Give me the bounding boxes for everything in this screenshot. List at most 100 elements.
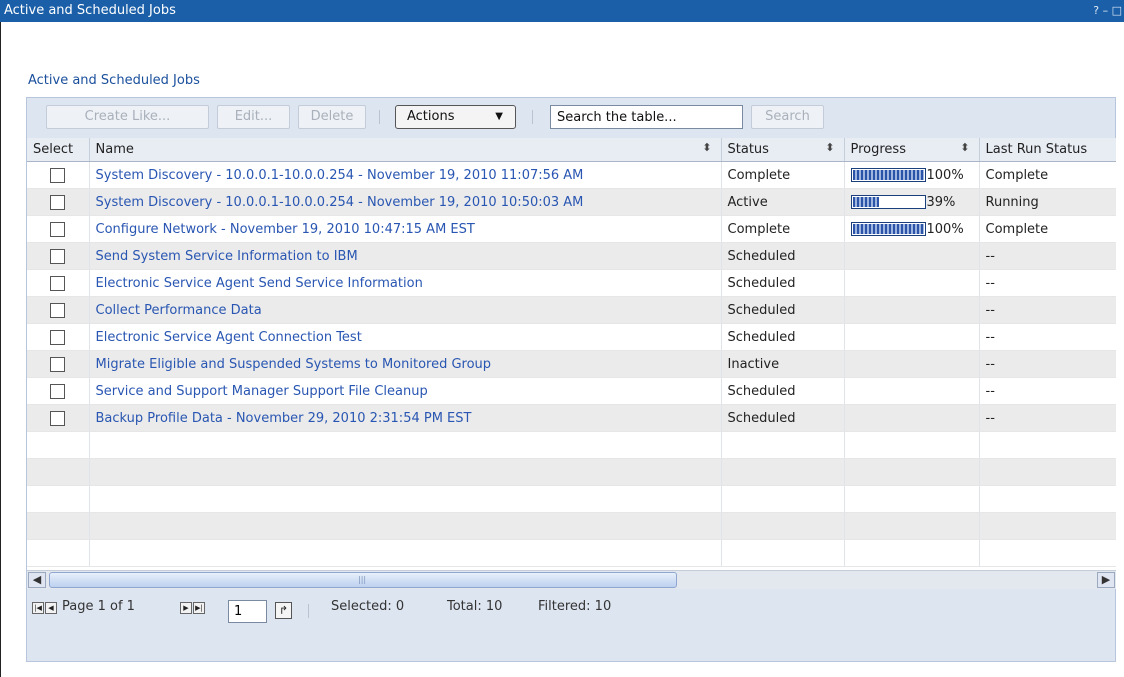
- window-title-bar: Active and Scheduled Jobs ? – □: [0, 0, 1124, 22]
- table-row[interactable]: Configure Network - November 19, 2010 10…: [27, 215, 1116, 243]
- search-input[interactable]: [550, 105, 743, 129]
- row-checkbox[interactable]: [50, 248, 66, 264]
- select-cell: [27, 269, 90, 297]
- empty-cell: [979, 512, 1116, 540]
- job-progress: [844, 377, 980, 405]
- scrollbar-thumb[interactable]: |||: [49, 572, 677, 588]
- empty-table-row: [27, 431, 1116, 459]
- job-name-link[interactable]: Service and Support Manager Support File…: [89, 377, 722, 405]
- empty-cell: [27, 485, 90, 513]
- job-name-link[interactable]: Send System Service Information to IBM: [89, 242, 722, 270]
- job-name-link[interactable]: Electronic Service Agent Connection Test: [89, 323, 722, 351]
- job-last-run-status: Running: [979, 188, 1116, 216]
- window-title: Active and Scheduled Jobs: [4, 3, 176, 18]
- table-row[interactable]: Service and Support Manager Support File…: [27, 377, 1116, 405]
- job-progress: [844, 269, 980, 297]
- table-row[interactable]: Electronic Service Agent Connection Test…: [27, 323, 1116, 351]
- row-checkbox[interactable]: [50, 383, 66, 399]
- row-checkbox[interactable]: [50, 329, 66, 345]
- horizontal-scrollbar[interactable]: ◀ ||| ▶: [27, 570, 1116, 589]
- page-number-input[interactable]: [228, 600, 267, 623]
- job-progress: 100%: [844, 161, 980, 189]
- empty-cell: [720, 431, 845, 459]
- table-row[interactable]: System Discovery - 10.0.0.1-10.0.0.254 -…: [27, 161, 1116, 189]
- job-name-link[interactable]: System Discovery - 10.0.0.1-10.0.0.254 -…: [89, 188, 722, 216]
- pagination-footer: |◀ ◀ Page 1 of 1 ▶ ▶| ↱ Selected: 0 Tota…: [27, 589, 1116, 634]
- actions-dropdown[interactable]: Actions ▼: [395, 105, 516, 129]
- job-last-run-status: Complete: [979, 161, 1116, 189]
- job-last-run-status: --: [979, 404, 1116, 432]
- job-progress: [844, 350, 980, 378]
- job-name-link[interactable]: Electronic Service Agent Send Service In…: [89, 269, 722, 297]
- column-header-progress[interactable]: Progress ⬍: [844, 138, 980, 162]
- row-checkbox[interactable]: [50, 167, 66, 183]
- table-row[interactable]: Collect Performance Data Scheduled --: [27, 296, 1116, 324]
- table-row[interactable]: Migrate Eligible and Suspended Systems t…: [27, 350, 1116, 378]
- job-name-link[interactable]: Collect Performance Data: [89, 296, 722, 324]
- job-progress: [844, 323, 980, 351]
- job-name-link[interactable]: Configure Network - November 19, 2010 10…: [89, 215, 722, 243]
- next-page-icon[interactable]: ▶: [180, 602, 192, 614]
- empty-cell: [27, 431, 90, 459]
- column-header-last-run-status[interactable]: Last Run Status: [979, 138, 1116, 162]
- progress-bar: [850, 195, 926, 209]
- column-header-status[interactable]: Status ⬍: [720, 138, 845, 162]
- delete-button[interactable]: Delete: [298, 105, 366, 129]
- progress-fill: [852, 197, 879, 207]
- job-last-run-status: --: [979, 242, 1116, 270]
- empty-table-row: [27, 512, 1116, 540]
- select-cell: [27, 242, 90, 270]
- row-checkbox[interactable]: [50, 356, 66, 372]
- job-status: Active: [720, 188, 845, 216]
- empty-cell: [844, 539, 980, 567]
- sort-icon[interactable]: ⬍: [702, 141, 711, 154]
- search-button[interactable]: Search: [751, 105, 824, 129]
- edit-button[interactable]: Edit...: [217, 105, 290, 129]
- go-arrow-icon[interactable]: ↱: [275, 602, 292, 619]
- job-last-run-status: Complete: [979, 215, 1116, 243]
- toolbar-separator: [532, 110, 533, 124]
- table-row[interactable]: Backup Profile Data - November 29, 2010 …: [27, 404, 1116, 432]
- row-checkbox[interactable]: [50, 221, 66, 237]
- column-label: Progress: [850, 142, 906, 157]
- jobs-table-panel: Create Like... Edit... Delete Actions ▼ …: [26, 97, 1116, 662]
- progress-bar: [850, 168, 926, 182]
- row-checkbox[interactable]: [50, 275, 66, 291]
- empty-cell: [979, 458, 1116, 486]
- select-cell: [27, 404, 90, 432]
- row-checkbox[interactable]: [50, 302, 66, 318]
- job-name-link[interactable]: Backup Profile Data - November 29, 2010 …: [89, 404, 722, 432]
- table-toolbar: Create Like... Edit... Delete Actions ▼ …: [27, 98, 1115, 138]
- sort-icon[interactable]: ⬍: [960, 141, 969, 154]
- window-controls[interactable]: ? – □: [1093, 0, 1122, 22]
- empty-cell: [89, 539, 722, 567]
- footer-separator: [308, 604, 309, 618]
- first-page-icon[interactable]: |◀: [32, 602, 44, 614]
- scroll-right-icon[interactable]: ▶: [1097, 572, 1115, 588]
- create-like-button[interactable]: Create Like...: [46, 105, 209, 129]
- row-checkbox[interactable]: [50, 410, 66, 426]
- job-last-run-status: --: [979, 269, 1116, 297]
- column-label: Name: [95, 142, 134, 157]
- empty-cell: [720, 512, 845, 540]
- job-name-link[interactable]: System Discovery - 10.0.0.1-10.0.0.254 -…: [89, 161, 722, 189]
- job-status: Scheduled: [720, 404, 845, 432]
- jobs-grid: Select Name ⬍ Status ⬍ Progress ⬍ Last Run …: [27, 138, 1116, 570]
- row-checkbox[interactable]: [50, 194, 66, 210]
- empty-table-row: [27, 485, 1116, 513]
- job-name-link[interactable]: Migrate Eligible and Suspended Systems t…: [89, 350, 722, 378]
- column-header-name[interactable]: Name ⬍: [89, 138, 722, 162]
- table-row[interactable]: Send System Service Information to IBM Sc…: [27, 242, 1116, 270]
- last-page-icon[interactable]: ▶|: [193, 602, 205, 614]
- job-status: Scheduled: [720, 296, 845, 324]
- table-row[interactable]: Electronic Service Agent Send Service In…: [27, 269, 1116, 297]
- prev-page-icon[interactable]: ◀: [45, 602, 57, 614]
- scroll-left-icon[interactable]: ◀: [28, 572, 46, 588]
- select-cell: [27, 296, 90, 324]
- select-cell: [27, 377, 90, 405]
- empty-table-row: [27, 458, 1116, 486]
- table-row[interactable]: System Discovery - 10.0.0.1-10.0.0.254 -…: [27, 188, 1116, 216]
- sort-icon[interactable]: ⬍: [825, 141, 834, 154]
- job-last-run-status: --: [979, 323, 1116, 351]
- page-label: Page 1 of 1: [62, 599, 135, 614]
